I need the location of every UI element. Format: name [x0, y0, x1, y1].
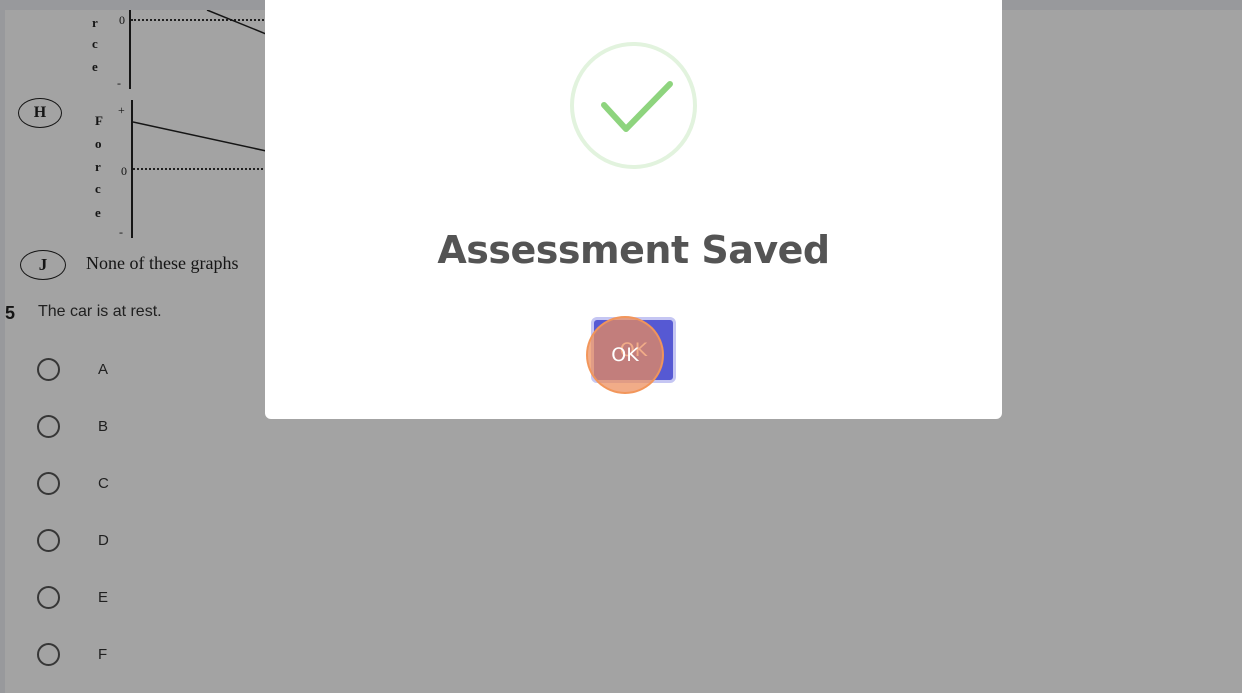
assessment-saved-dialog: Assessment Saved OK [265, 0, 1002, 419]
dialog-title: Assessment Saved [437, 228, 830, 272]
modal-backdrop[interactable]: Assessment Saved OK OK [0, 0, 1242, 693]
ok-button-label: OK [619, 339, 648, 361]
ok-button[interactable]: OK [591, 317, 676, 383]
checkmark-success-icon [570, 42, 697, 169]
